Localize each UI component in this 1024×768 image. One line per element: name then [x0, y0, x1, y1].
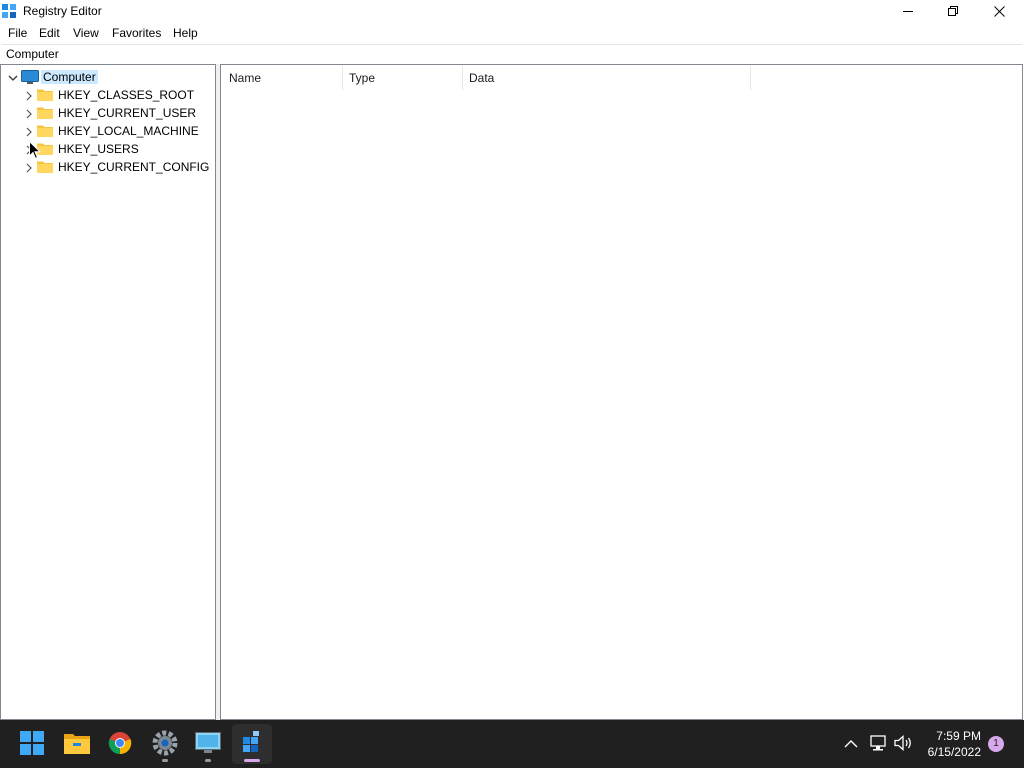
taskbar-chrome[interactable]: [100, 724, 140, 764]
tree-pane[interactable]: Computer HKEY_CLASSES_ROOT HKEY_CURRENT_…: [0, 64, 216, 720]
title-bar: Registry Editor: [0, 0, 1024, 23]
menu-bar: File Edit View Favorites Help: [0, 23, 1024, 43]
mouse-cursor-icon: [29, 140, 42, 160]
remote-desktop-icon: [195, 731, 221, 757]
menu-help[interactable]: Help: [173, 26, 198, 40]
chevron-up-icon[interactable]: [844, 738, 858, 748]
running-indicator: [205, 759, 211, 762]
column-separator[interactable]: [750, 66, 751, 90]
tree-label: HKEY_CURRENT_USER: [58, 106, 197, 120]
window-title: Registry Editor: [23, 4, 102, 18]
taskbar-settings[interactable]: [145, 724, 185, 764]
address-path: Computer: [6, 47, 59, 61]
chevron-right-icon[interactable]: [24, 126, 34, 137]
tree-node-hkey-classes-root[interactable]: HKEY_CLASSES_ROOT: [1, 86, 215, 104]
tree-label: Computer: [41, 70, 98, 84]
menu-favorites[interactable]: Favorites: [112, 26, 161, 40]
start-button[interactable]: [12, 724, 52, 764]
menu-edit[interactable]: Edit: [39, 26, 60, 40]
clock-date[interactable]: 6/15/2022: [911, 745, 981, 759]
column-header-type[interactable]: Type: [349, 71, 375, 85]
chevron-right-icon[interactable]: [24, 90, 34, 101]
menu-view[interactable]: View: [73, 26, 99, 40]
column-separator[interactable]: [342, 66, 343, 90]
running-indicator: [162, 759, 168, 762]
taskbar-file-explorer[interactable]: [57, 724, 97, 764]
column-header-name[interactable]: Name: [229, 71, 261, 85]
folder-icon: [37, 160, 53, 173]
tree-node-hkey-local-machine[interactable]: HKEY_LOCAL_MACHINE: [1, 122, 215, 140]
start-icon: [20, 730, 44, 758]
folder-icon: [37, 124, 53, 137]
active-indicator: [244, 759, 260, 762]
chevron-right-icon[interactable]: [24, 108, 34, 119]
chevron-right-icon[interactable]: [24, 162, 34, 173]
chevron-down-icon[interactable]: [8, 72, 18, 82]
notification-badge[interactable]: 1: [988, 736, 1004, 752]
folder-icon: [37, 88, 53, 101]
close-button[interactable]: [976, 0, 1022, 23]
tree-label: HKEY_CURRENT_CONFIG: [58, 160, 210, 174]
computer-icon: [21, 70, 39, 84]
folder-icon: [37, 106, 53, 119]
minimize-button[interactable]: [885, 0, 931, 23]
address-bar[interactable]: Computer: [2, 44, 1022, 63]
menu-file[interactable]: File: [8, 26, 27, 40]
tree-node-hkey-current-user[interactable]: HKEY_CURRENT_USER: [1, 104, 215, 122]
chrome-icon: [108, 731, 132, 758]
column-separator[interactable]: [462, 66, 463, 90]
settings-icon: [152, 730, 178, 759]
tree-label: HKEY_LOCAL_MACHINE: [58, 124, 199, 138]
registry-editor-icon: [241, 730, 263, 758]
column-header-data[interactable]: Data: [469, 71, 494, 85]
tree-label: HKEY_USERS: [58, 142, 139, 156]
taskbar-registry-editor[interactable]: [232, 724, 272, 764]
registry-editor-icon: [2, 4, 17, 19]
tree-node-computer[interactable]: Computer: [1, 68, 215, 86]
tree-node-hkey-current-config[interactable]: HKEY_CURRENT_CONFIG: [1, 158, 215, 176]
tree-label: HKEY_CLASSES_ROOT: [58, 88, 195, 102]
taskbar-remote-desktop[interactable]: [188, 724, 228, 764]
clock-time[interactable]: 7:59 PM: [911, 729, 981, 743]
taskbar: 7:59 PM 6/15/2022 1: [0, 720, 1024, 768]
network-icon[interactable]: [870, 735, 888, 751]
values-pane[interactable]: Name Type Data: [220, 64, 1023, 720]
restore-button[interactable]: [930, 0, 976, 23]
file-explorer-icon: [64, 732, 90, 757]
